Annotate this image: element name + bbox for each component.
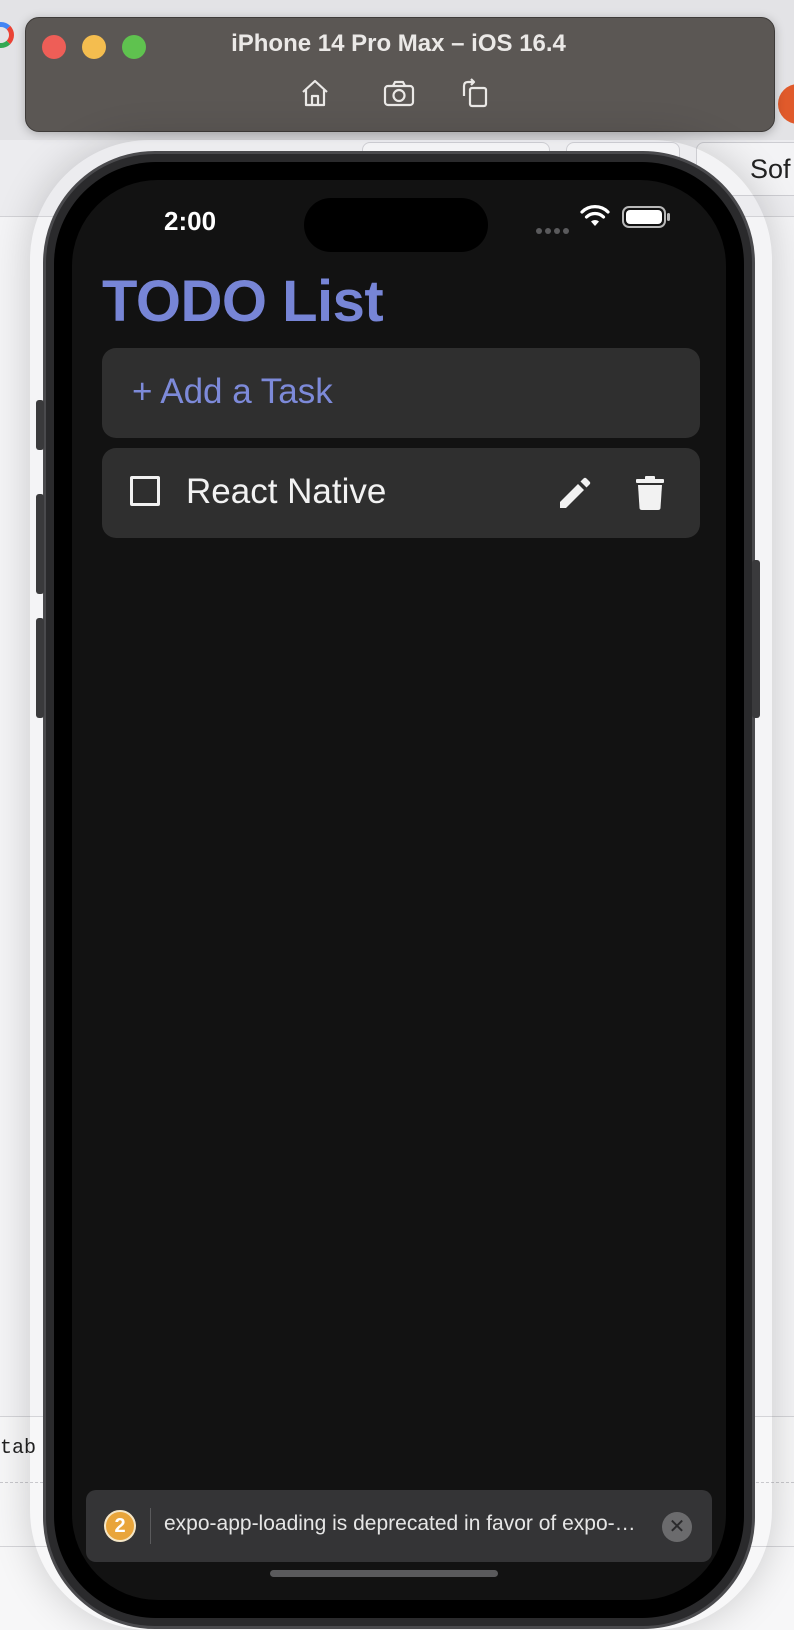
warning-message: expo-app-loading is deprecated in favor …: [164, 1512, 644, 1535]
warning-toast[interactable]: 2 expo-app-loading is deprecated in favo…: [86, 1490, 712, 1562]
warning-count-badge: 2: [104, 1510, 136, 1542]
close-window-button[interactable]: [42, 35, 66, 59]
zoom-window-button[interactable]: [122, 35, 146, 59]
volume-down-button[interactable]: [36, 618, 44, 718]
status-time: 2:00: [164, 206, 217, 236]
battery-icon: [622, 206, 672, 228]
camera-icon[interactable]: [382, 76, 416, 110]
trash-icon[interactable]: [632, 474, 668, 512]
rotate-icon[interactable]: [458, 76, 492, 110]
power-button[interactable]: [752, 560, 760, 718]
task-checkbox[interactable]: [130, 476, 160, 506]
task-item[interactable]: React Native: [102, 448, 700, 538]
add-task-button[interactable]: + Add a Task: [102, 348, 700, 438]
wifi-icon: [580, 204, 610, 228]
cellular-signal-icon: [536, 228, 572, 234]
action-button[interactable]: [36, 400, 44, 450]
simulator-titlebar: iPhone 14 Pro Max – iOS 16.4: [25, 17, 775, 132]
home-icon[interactable]: [298, 76, 332, 110]
phone-screen: 2:00 TODO List + Add a Task React Native: [72, 180, 726, 1600]
home-indicator[interactable]: [270, 1570, 498, 1577]
minimize-window-button[interactable]: [82, 35, 106, 59]
close-icon[interactable]: ✕: [662, 1512, 692, 1542]
page-title: TODO List: [102, 269, 384, 334]
add-task-label: + Add a Task: [132, 372, 333, 411]
dynamic-island: [304, 198, 488, 252]
simulator-title: iPhone 14 Pro Max – iOS 16.4: [231, 30, 566, 57]
task-label: React Native: [186, 472, 387, 511]
browser-tab-label: Sof: [750, 154, 791, 184]
volume-up-button[interactable]: [36, 494, 44, 594]
pencil-icon[interactable]: [556, 474, 594, 512]
divider: [150, 1508, 151, 1544]
